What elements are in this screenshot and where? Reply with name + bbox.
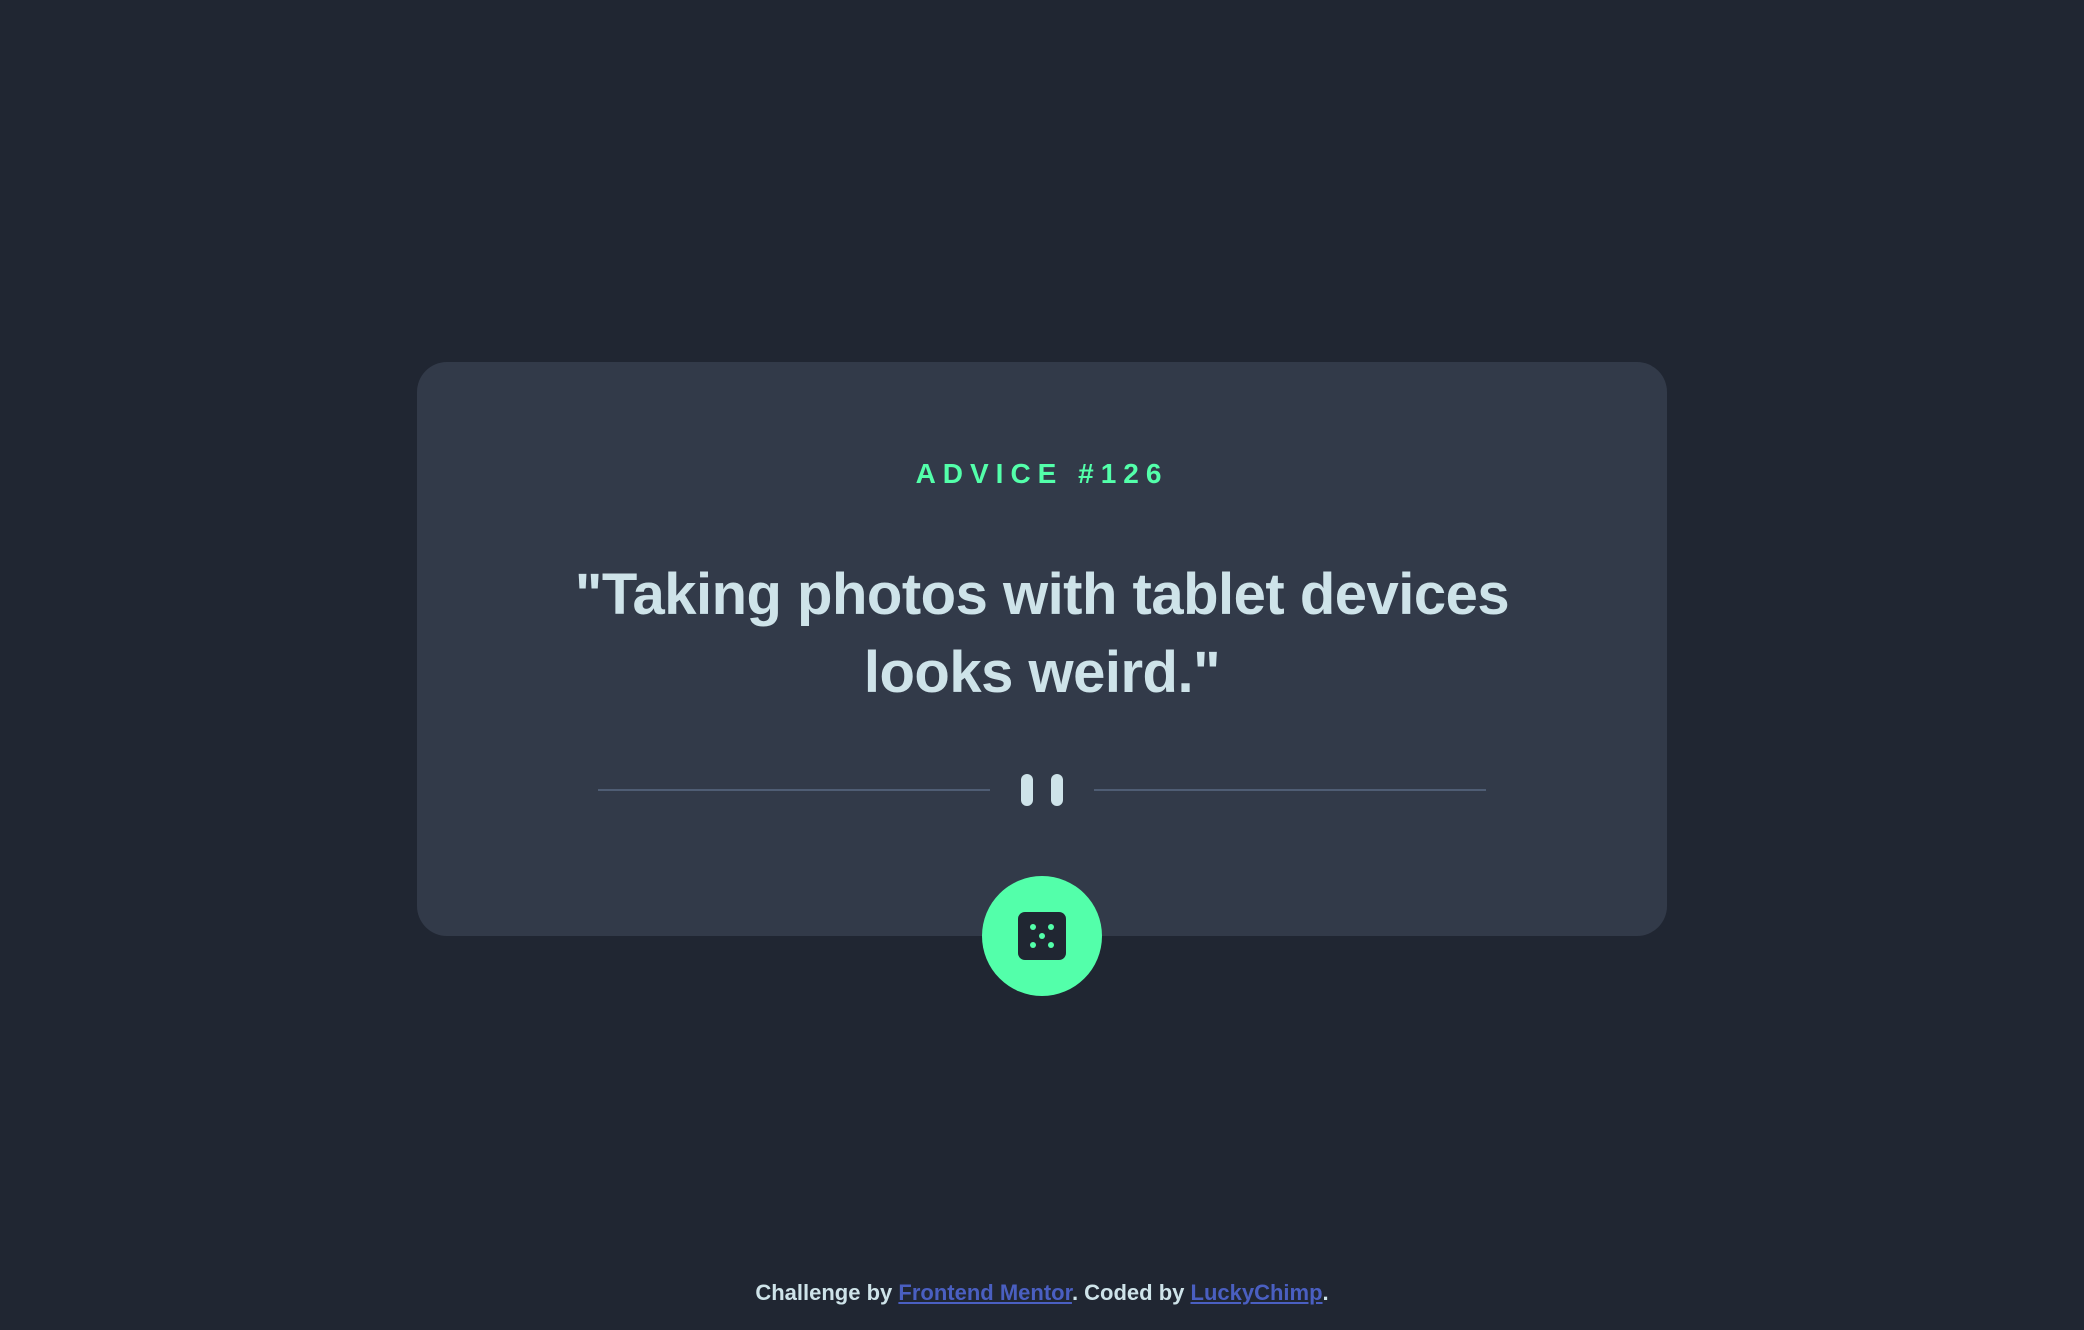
attribution-middle: . Coded by	[1071, 1280, 1191, 1305]
advice-id: ADVICE #126	[915, 458, 1169, 489]
divider	[598, 774, 1486, 806]
divider-line-right	[1094, 789, 1486, 791]
pause-icon	[1021, 774, 1063, 806]
luckychimp-link[interactable]: LuckyChimp	[1191, 1280, 1323, 1305]
advice-quote: "Taking photos with tablet devices looks…	[574, 562, 1510, 705]
attribution: Challenge by Frontend Mentor. Coded by L…	[0, 1280, 2084, 1306]
attribution-prefix: Challenge by	[755, 1280, 899, 1305]
frontend-mentor-link[interactable]: Frontend Mentor	[898, 1280, 1072, 1305]
dice-icon	[1018, 912, 1066, 960]
new-advice-button[interactable]	[982, 876, 1102, 996]
advice-card: ADVICE #126 "Taking photos with tablet d…	[417, 362, 1667, 936]
attribution-suffix: .	[1322, 1280, 1329, 1305]
divider-line-left	[598, 789, 990, 791]
